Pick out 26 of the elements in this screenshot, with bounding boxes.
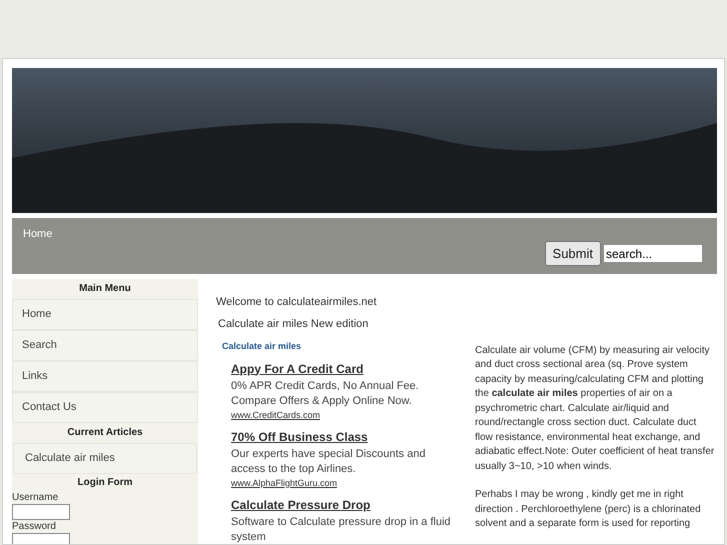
- ad-text: Software to Calculate pressure drop in a fluid system: [231, 514, 452, 544]
- ad-url-link[interactable]: www.AlphaFlightGuru.com: [231, 476, 453, 490]
- input-field[interactable]: [12, 504, 70, 520]
- menu-item[interactable]: Links: [12, 361, 198, 392]
- submit-button[interactable]: Submit: [544, 241, 601, 266]
- login-heading: Login Form: [76, 476, 134, 490]
- article-link[interactable]: Calculate air miles: [222, 340, 302, 354]
- subtitle-text: Calculate air miles New edition: [218, 316, 370, 332]
- menu-item[interactable]: Contact Us: [12, 392, 198, 423]
- field-label: Password: [12, 521, 57, 533]
- menu-item[interactable]: Calculate air miles: [13, 443, 197, 474]
- ad-title-link[interactable]: Calculate Pressure Drop: [231, 496, 453, 512]
- field-label: Username: [12, 492, 60, 504]
- ad-url-link[interactable]: www.CreditCards.com: [231, 408, 453, 422]
- ad-text: 0% APR Credit Cards, No Annual Fee. Compare Offers & Apply Online Now.: [231, 378, 420, 408]
- menu-item[interactable]: Search: [12, 330, 198, 361]
- search-field[interactable]: search...: [604, 245, 702, 262]
- menu-heading: Main Menu: [78, 282, 132, 296]
- ad-title-link[interactable]: Appy For A Credit Card: [231, 360, 453, 376]
- welcome-text: Welcome to calculateairmiles.net: [216, 295, 378, 310]
- menu-item[interactable]: Home: [12, 299, 198, 330]
- article-paragraph: Calculate air volume (CFM) by measuring air velocity and duct cross sectional area (sq. Prove system capacity by measuring/calculating CFM and plotting the calculate air miles properties of air on a psychrometric chart. Calculate air/liquid and round/rectangle cross section duct. Calculate duct flow resistance, environmental heat exchange, and adiabatic effect.Note: Outer coefficient of heat transfer usually 3~10, >10 when winds.: [475, 344, 715, 474]
- ad-text: Our experts have special Discounts and access to the top Airlines.: [231, 446, 426, 476]
- menu-heading: Current Articles: [66, 426, 144, 440]
- article-paragraph: Perhabs I may be wrong , kindly get me in right direction . Perchloroethylene (perc) is a chlorinated solvent and a separate form is used for reporting: [475, 488, 702, 531]
- ad-title-link[interactable]: 70% Off Business Class: [231, 428, 453, 444]
